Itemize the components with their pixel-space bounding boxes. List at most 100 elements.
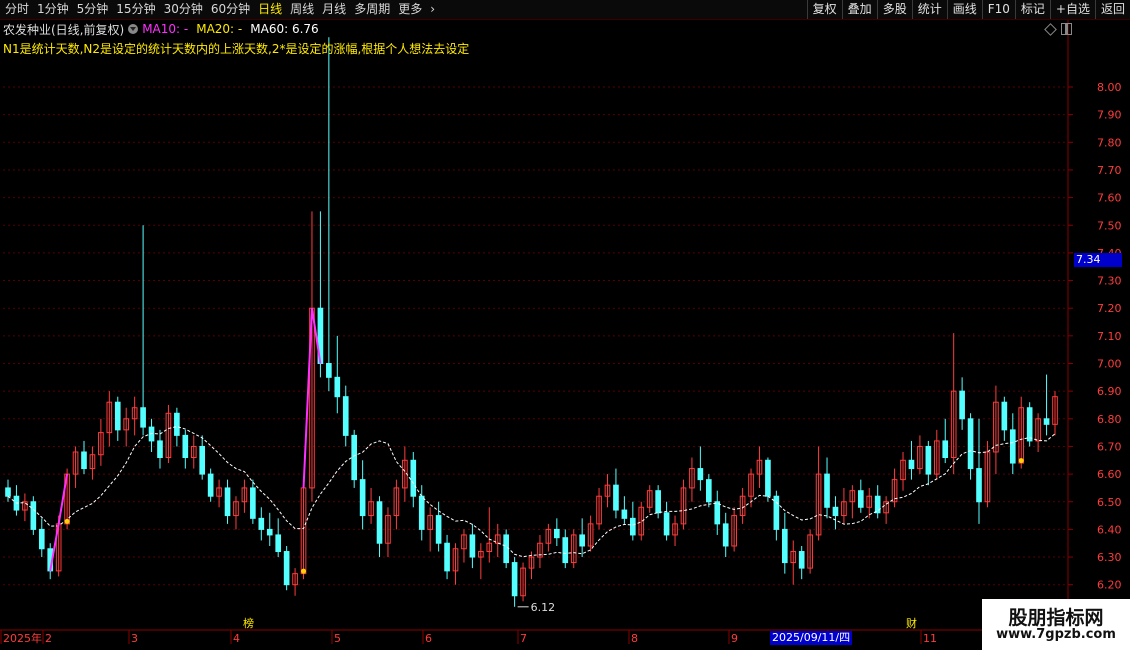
candle-body xyxy=(207,473,214,497)
candle-body xyxy=(81,451,87,470)
candle-body xyxy=(334,376,341,398)
candle-body xyxy=(613,484,619,511)
toolbar-button-1[interactable]: 叠加 xyxy=(841,0,877,19)
chart-corner-icons xyxy=(1044,23,1072,36)
toolbar-button-8[interactable]: 返回 xyxy=(1094,0,1130,19)
time-axis-label: 5 xyxy=(334,632,341,645)
candle-body xyxy=(418,495,425,530)
period-tab-1[interactable]: 1分钟 xyxy=(34,0,72,19)
candle-body xyxy=(376,501,383,544)
price-axis-label: 7.90 xyxy=(1097,109,1122,122)
candle-body xyxy=(1009,429,1016,464)
candle-body xyxy=(705,479,712,503)
time-axis-label: 9 xyxy=(731,632,738,645)
stock-title: 农发种业(日线,前复权) xyxy=(3,22,125,37)
period-tab-4[interactable]: 30分钟 xyxy=(161,0,206,19)
candle-body xyxy=(38,528,45,550)
toolbar-button-6[interactable]: 标记 xyxy=(1014,0,1050,19)
period-tab-3[interactable]: 15分钟 xyxy=(113,0,158,19)
price-axis-label: 7.70 xyxy=(1097,164,1122,177)
price-axis-label: 7.30 xyxy=(1097,275,1122,288)
candle-body xyxy=(579,534,585,547)
ma20-label: MA20: - xyxy=(196,22,243,36)
price-axis-label: 7.00 xyxy=(1097,358,1122,371)
indicator-description: N1是统计天数,N2是设定的统计天数内的上涨天数,2*是设定的涨幅,根据个人想法… xyxy=(3,42,470,56)
candle-body xyxy=(250,487,256,519)
toolbar-button-4[interactable]: 画线 xyxy=(946,0,982,19)
candle-body xyxy=(114,401,121,431)
candle-body xyxy=(781,528,788,564)
panel-toggle-icon[interactable] xyxy=(1061,23,1072,35)
candle-body xyxy=(697,468,704,481)
candle-body xyxy=(5,487,11,497)
event-marker-cai: 财 xyxy=(906,616,917,630)
candle-body xyxy=(562,537,569,564)
candle-body xyxy=(832,506,839,517)
watermark-url: www.7gpzb.com xyxy=(996,627,1116,642)
candle-body xyxy=(511,562,518,597)
diamond-icon[interactable] xyxy=(1044,23,1057,36)
toolbar-button-2[interactable]: 多股 xyxy=(876,0,912,19)
period-tab-9[interactable]: 多周期 xyxy=(351,0,393,19)
candle-body xyxy=(857,490,864,508)
period-tab-0[interactable]: 分时 xyxy=(2,0,32,19)
current-price-tag: 7.34 xyxy=(1074,253,1122,267)
indicator-eye-icon[interactable] xyxy=(128,24,139,34)
candle-body xyxy=(199,445,206,475)
candle-body xyxy=(275,534,282,553)
price-axis-label: 7.10 xyxy=(1097,330,1122,343)
period-tab-8[interactable]: 月线 xyxy=(319,0,349,19)
candle-body xyxy=(714,501,721,525)
price-axis-label: 6.20 xyxy=(1097,579,1122,592)
candle-body xyxy=(326,363,332,378)
chart-title-row: 农发种业(日线,前复权) MA10: - MA20: - MA60: 6.76 xyxy=(3,21,319,37)
period-tab-10[interactable]: 更多 xyxy=(395,0,425,19)
candle-body xyxy=(655,490,661,514)
toolbar-button-3[interactable]: 统计 xyxy=(911,0,947,19)
price-axis-label: 7.80 xyxy=(1097,136,1122,149)
candle-body xyxy=(630,517,636,536)
candle-body xyxy=(554,528,560,539)
period-tab-5[interactable]: 60分钟 xyxy=(208,0,253,19)
toolbar-button-0[interactable]: 复权 xyxy=(806,0,842,19)
candle-body xyxy=(722,523,729,547)
price-axis-label: 7.50 xyxy=(1097,219,1122,232)
time-axis-label: 11 xyxy=(923,632,937,645)
candle-body xyxy=(283,551,290,586)
price-axis-label: 6.60 xyxy=(1097,468,1122,481)
candle-body xyxy=(30,501,37,530)
candle-body xyxy=(798,551,805,569)
candle-body xyxy=(967,418,974,470)
candle-body xyxy=(444,542,450,572)
candle-body xyxy=(266,528,273,536)
more-chevron-icon[interactable]: › xyxy=(427,0,438,19)
candle-body xyxy=(908,459,915,470)
period-tab-7[interactable]: 周线 xyxy=(287,0,317,19)
toolbar-button-7[interactable]: +自选 xyxy=(1049,0,1095,19)
candle-body xyxy=(1001,401,1008,431)
candle-body xyxy=(351,434,358,481)
candle-body xyxy=(925,445,932,475)
candle-body xyxy=(765,459,771,497)
watermark-title: 股朋指标网 xyxy=(1008,607,1104,629)
candle-body xyxy=(503,534,509,564)
candle-body xyxy=(410,459,417,497)
ma-line xyxy=(7,426,1056,558)
candle-body xyxy=(224,487,231,517)
ma60-label: MA60: 6.76 xyxy=(250,22,319,36)
candle-body xyxy=(1026,407,1033,442)
kline-chart[interactable]: 8.007.907.807.707.607.507.407.307.207.10… xyxy=(0,0,1130,650)
candle-body xyxy=(174,412,180,436)
candle-body xyxy=(663,512,670,536)
time-axis-label: 4 xyxy=(233,632,240,645)
signal-dot xyxy=(301,568,307,574)
candle-body xyxy=(157,440,163,459)
time-axis-label: 8 xyxy=(631,632,638,645)
period-tab-2[interactable]: 5分钟 xyxy=(74,0,112,19)
toolbar-button-5[interactable]: F10 xyxy=(981,0,1015,19)
period-tab-6[interactable]: 日线 xyxy=(255,0,285,19)
period-tabs: 分时 1分钟 5分钟 15分钟 30分钟 60分钟 日线 周线 月线 多周期 更多 › xyxy=(0,0,438,19)
cursor-date-tag: 2025/09/11/四 xyxy=(770,631,853,645)
candle-body xyxy=(435,515,442,544)
time-axis-label: 2 xyxy=(45,632,52,645)
